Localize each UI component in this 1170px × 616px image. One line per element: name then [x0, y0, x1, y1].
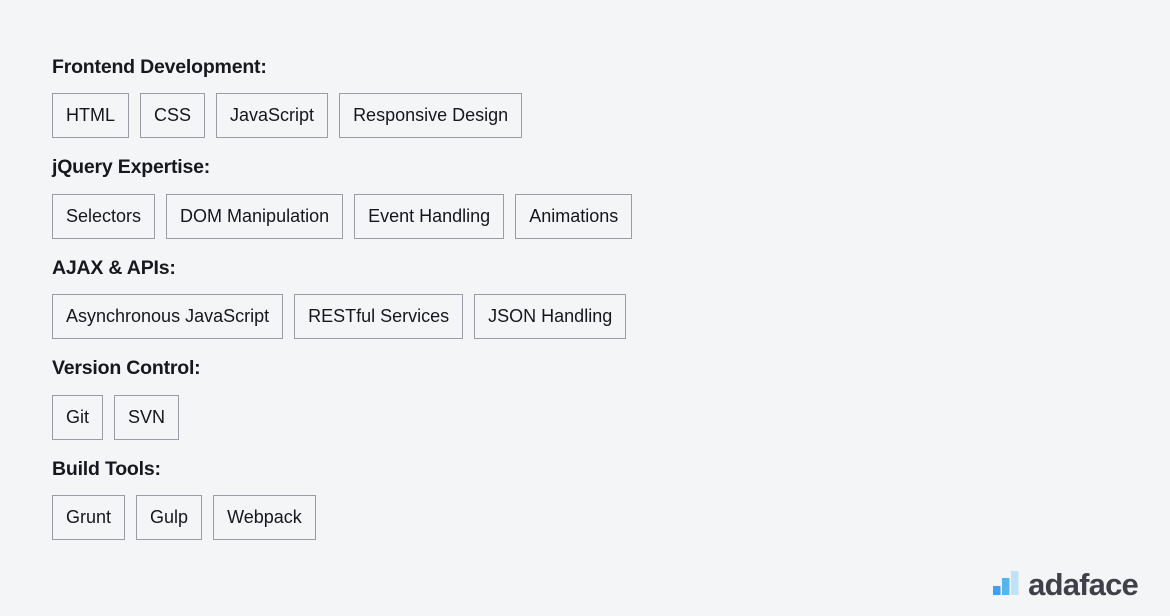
logo-bar-small	[993, 586, 1001, 595]
logo-bar-large	[1011, 571, 1019, 595]
skill-tag: Grunt	[52, 494, 126, 540]
skill-tag-row: Grunt Gulp Webpack	[52, 494, 1130, 540]
skill-tag: Gulp	[136, 494, 203, 540]
section-heading: Frontend Development:	[52, 56, 267, 78]
skill-tag: HTML	[52, 93, 129, 139]
skill-tag-row: Git SVN	[52, 394, 1130, 440]
skill-section: AJAX & APIs: Asynchronous JavaScript RESTf…	[52, 256, 1130, 340]
skill-tag: Asynchronous JavaScript	[52, 294, 284, 340]
skill-section: jQuery Expertise: Selectors DOM Manipulati…	[52, 156, 1130, 239]
section-heading: Build Tools:	[52, 457, 161, 480]
skill-tag-row: Asynchronous JavaScript RESTful Services J…	[52, 294, 1130, 340]
section-heading: jQuery Expertise:	[52, 156, 211, 179]
skill-tag-row: HTML CSS JavaScript Responsive Design	[52, 93, 1130, 139]
skill-tag: Webpack	[213, 494, 316, 540]
section-heading: Version Control:	[52, 357, 201, 380]
skill-tag: Selectors	[52, 193, 156, 239]
adaface-logo: adaface	[993, 567, 1139, 602]
skills-panel: Frontend Development: HTML CSS JavaScript Re…	[52, 56, 1130, 540]
skill-tag: Responsive Design	[339, 93, 523, 139]
bar-chart-logo-icon	[993, 571, 1019, 595]
skill-tag: JSON Handling	[474, 294, 627, 340]
section-heading: AJAX & APIs:	[52, 256, 176, 279]
adaface-wordmark: adaface	[1028, 567, 1139, 602]
skill-tag: JavaScript	[216, 93, 329, 139]
logo-bar-medium	[1002, 578, 1010, 595]
skill-tag: SVN	[114, 394, 180, 440]
skill-tag-row: Selectors DOM Manipulation Event Handling A…	[52, 193, 1130, 239]
skill-section: Frontend Development: HTML CSS JavaScript Re…	[52, 56, 1130, 139]
skill-tag: Git	[52, 394, 104, 440]
skill-tag: RESTful Services	[294, 294, 464, 340]
skill-tag: Animations	[515, 193, 633, 239]
skill-tag: CSS	[140, 93, 206, 139]
skill-tag: Event Handling	[354, 193, 505, 239]
skill-tag: DOM Manipulation	[166, 193, 344, 239]
skill-section: Build Tools: Grunt Gulp Webpack	[52, 458, 1130, 540]
skill-section: Version Control: Git SVN	[52, 357, 1130, 440]
